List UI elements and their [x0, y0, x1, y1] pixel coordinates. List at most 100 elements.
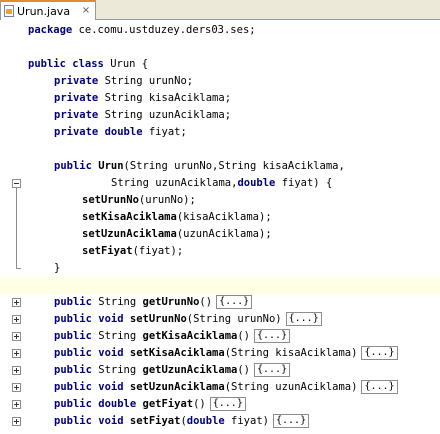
return-type: void — [91, 347, 130, 359]
code-line: String uzunAciklama,double fiyat) { — [0, 175, 440, 192]
return-type: void — [91, 415, 130, 427]
current-line[interactable] — [0, 277, 440, 294]
code-line: setFiyat(fiyat); — [0, 243, 440, 260]
call-args: (fiyat); — [132, 245, 184, 257]
params: (String uzunAciklama) — [224, 381, 358, 393]
call-args: (urunNo); — [138, 194, 196, 206]
keyword: private — [54, 109, 99, 121]
expand-fold-icon[interactable] — [12, 366, 21, 375]
field-decl: String uzunAciklama; — [98, 109, 232, 121]
expand-fold-icon[interactable] — [12, 332, 21, 341]
params: String uzunAciklama, — [111, 177, 238, 189]
code-line: private String uzunAciklama; — [0, 107, 440, 124]
collapsed-block[interactable]: {...} — [216, 295, 253, 309]
code-line: public void setUrunNo(String urunNo) {...… — [0, 311, 440, 328]
code-line: setKisaAciklama(kisaAciklama); — [0, 209, 440, 226]
return-type: void — [91, 381, 130, 393]
code-line: public void setKisaAciklama(String kisaA… — [0, 345, 440, 362]
collapsed-block[interactable]: {...} — [361, 346, 398, 360]
code-line: setUrunNo(urunNo); — [0, 192, 440, 209]
collapsed-block[interactable]: {...} — [254, 363, 291, 377]
params: fiyat) — [224, 415, 269, 427]
collapse-fold-icon[interactable] — [12, 179, 21, 188]
expand-fold-icon[interactable] — [12, 349, 21, 358]
editor-tab-bar: Urun.java × — [0, 0, 440, 20]
keyword: package — [28, 24, 73, 36]
method-name: getUzunAciklama — [142, 364, 238, 376]
closing-brace: } — [54, 262, 61, 274]
code-line: setUzunAciklama(uzunAciklama); — [0, 226, 440, 243]
collapsed-block[interactable]: {...} — [272, 414, 310, 428]
expand-fold-icon[interactable] — [12, 315, 21, 324]
code-line: public String getKisaAciklama() {...} — [0, 328, 440, 345]
method-name: setKisaAciklama — [129, 347, 225, 359]
code-line: public String getUzunAciklama() {...} — [0, 362, 440, 379]
params: (String kisaAciklama) — [224, 347, 358, 359]
collapsed-block[interactable]: {...} — [285, 312, 322, 326]
tab-label: Urun.java — [17, 4, 71, 18]
code-line: private double fiyat; — [0, 124, 440, 141]
keyword: public — [54, 160, 92, 172]
params: () — [199, 296, 213, 308]
code-editor[interactable]: package ce.comu.ustduzey.ders03.ses; pub… — [0, 20, 440, 434]
method-name: setUzunAciklama — [129, 381, 225, 393]
keyword: public — [54, 415, 92, 427]
method-call: setUrunNo — [82, 194, 139, 206]
keyword: double — [237, 177, 276, 189]
constructor-name: Urun — [91, 160, 124, 172]
code-line: public Urun(String urunNo,String kisaAci… — [0, 158, 440, 175]
params: () — [237, 330, 250, 342]
params: fiyat) { — [275, 177, 333, 189]
method-name: getKisaAciklama — [142, 330, 238, 342]
code-line: public void setFiyat(double fiyat) {...} — [0, 413, 440, 430]
collapsed-block[interactable]: {...} — [254, 329, 291, 343]
expand-fold-icon[interactable] — [12, 383, 21, 392]
expand-fold-icon[interactable] — [12, 417, 21, 426]
method-name: setFiyat — [129, 415, 181, 427]
java-file-icon — [4, 5, 14, 17]
method-call: setFiyat — [82, 245, 133, 257]
method-name: getUrunNo — [142, 296, 200, 308]
keyword: double — [186, 415, 225, 427]
tab-urun-java[interactable]: Urun.java × — [0, 0, 96, 20]
return-type: String — [91, 364, 143, 376]
method-name: getFiyat — [142, 398, 194, 410]
keyword: public — [28, 58, 66, 70]
keyword: public — [54, 364, 92, 376]
field-decl: String kisaAciklama; — [98, 92, 232, 104]
code-line: public double getFiyat() {...} — [0, 396, 440, 413]
keyword: private — [54, 126, 99, 138]
keyword: public — [54, 330, 92, 342]
code-line: private String urunNo; — [0, 73, 440, 90]
return-type: String — [91, 330, 143, 342]
keyword: class — [65, 58, 104, 70]
class-name: Urun { — [103, 58, 149, 70]
keyword: private — [54, 92, 99, 104]
code-line: public void setUzunAciklama(String uzunA… — [0, 379, 440, 396]
field-decl: fiyat; — [142, 126, 187, 138]
package-name: ce.comu.ustduzey.ders03.ses; — [72, 24, 256, 36]
method-call: setKisaAciklama — [82, 211, 177, 223]
collapsed-block[interactable]: {...} — [361, 380, 398, 394]
close-tab-icon[interactable]: × — [81, 6, 91, 16]
code-line: } — [0, 260, 440, 277]
expand-fold-icon[interactable] — [12, 400, 21, 409]
keyword: public — [54, 296, 92, 308]
keyword: public — [54, 347, 92, 359]
collapsed-block[interactable]: {...} — [209, 397, 246, 411]
code-line: public class Urun { — [0, 56, 440, 73]
keyword: public — [54, 381, 92, 393]
return-type: void — [91, 313, 130, 325]
field-decl: String urunNo; — [98, 75, 194, 87]
keyword: public — [54, 398, 92, 410]
params: () — [237, 364, 250, 376]
code-line: private String kisaAciklama; — [0, 90, 440, 107]
keyword: public — [54, 313, 92, 325]
method-call: setUzunAciklama — [82, 228, 177, 240]
code-line: package ce.comu.ustduzey.ders03.ses; — [0, 22, 440, 39]
call-args: (kisaAciklama); — [176, 211, 272, 223]
expand-fold-icon[interactable] — [12, 298, 21, 307]
params: () — [193, 398, 206, 410]
keyword: private — [54, 75, 99, 87]
return-type: String — [91, 296, 143, 308]
